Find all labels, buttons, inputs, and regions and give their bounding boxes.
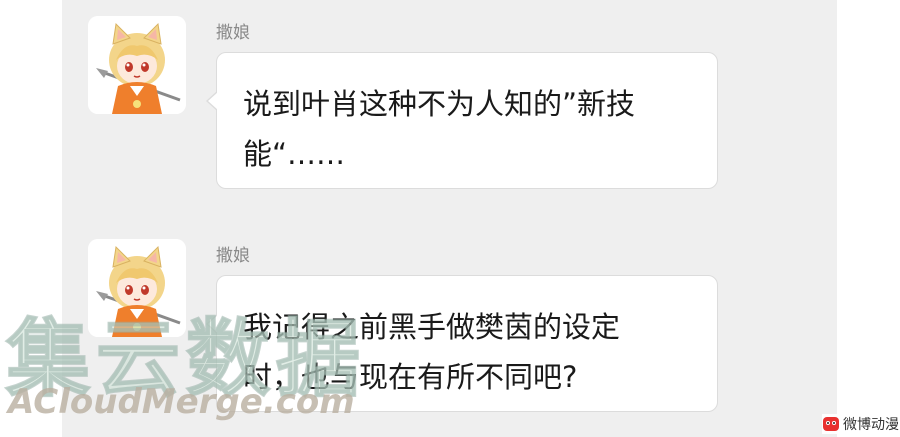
avatar[interactable]	[88, 16, 186, 114]
sender-name: 撒娘	[216, 246, 250, 266]
watermark-english: ACloudMerge.com	[8, 382, 355, 422]
message-text-line: 能“……	[243, 137, 346, 171]
sender-name: 撒娘	[216, 23, 250, 43]
message-bubble[interactable]: 说到叶肖这种不为人知的”新技 能“……	[206, 52, 718, 189]
site-logo-text: 微博动漫	[843, 417, 899, 433]
anime-cat-girl-avatar-icon	[88, 16, 186, 114]
message-text-line: 说到叶肖这种不为人知的”新技	[243, 87, 636, 121]
weibo-comic-logo-icon	[823, 417, 839, 431]
site-logo: 微博动漫	[822, 414, 899, 434]
